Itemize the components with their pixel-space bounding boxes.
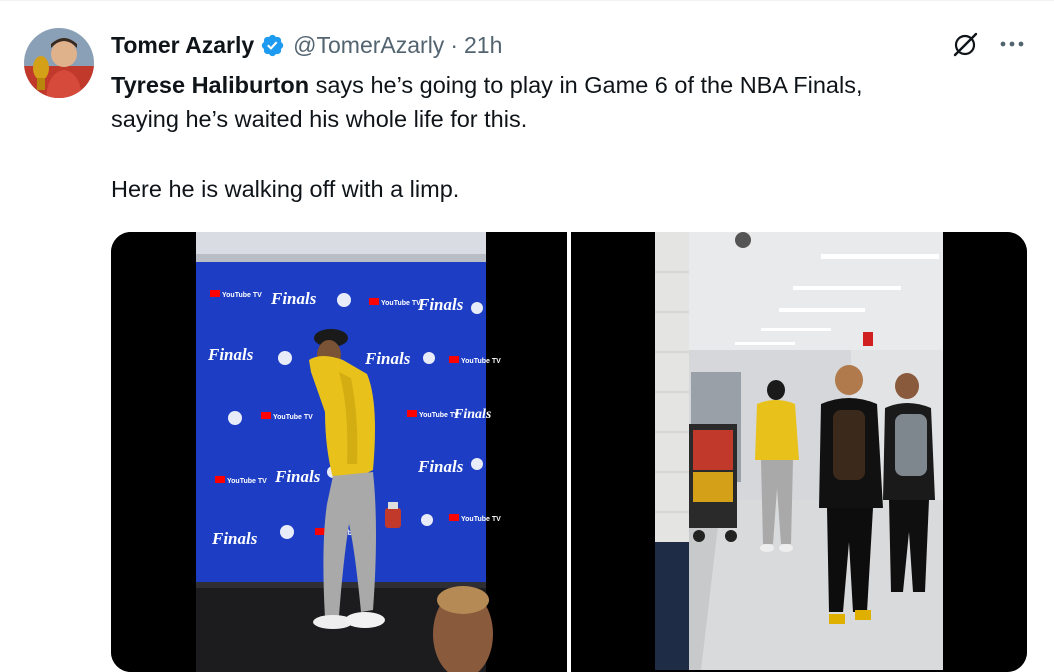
more-horizontal-icon[interactable] <box>998 36 1026 52</box>
svg-text:Finals: Finals <box>274 467 321 486</box>
svg-text:Finals: Finals <box>211 529 258 548</box>
author-name[interactable]: Tomer Azarly <box>111 32 254 59</box>
svg-text:YouTube TV: YouTube TV <box>419 412 459 419</box>
backdrop-youtube-text: YouTube TV <box>222 292 262 299</box>
timestamp[interactable]: 21h <box>464 32 502 59</box>
tweet-header: Tomer Azarly @TomerAzarly · 21h <box>111 30 502 60</box>
svg-text:YouTube TV: YouTube TV <box>381 300 421 307</box>
author-handle[interactable]: @TomerAzarly <box>293 32 444 59</box>
tweet-line-2: saying he’s waited his whole life for th… <box>111 106 528 132</box>
press-room-photo: Finals Finals Finals Finals Finals Final… <box>111 232 567 672</box>
svg-text:Finals: Finals <box>417 457 464 476</box>
svg-text:YouTube TV: YouTube TV <box>461 358 501 365</box>
mention-name: Tyrese Haliburton <box>111 72 310 98</box>
svg-text:YouTube TV: YouTube TV <box>227 478 267 485</box>
tweet-line-1: Tyrese Haliburton says he’s going to pla… <box>111 68 1011 102</box>
svg-text:Finals: Finals <box>417 295 464 314</box>
avatar-photo <box>24 28 94 98</box>
svg-text:Finals: Finals <box>453 407 492 422</box>
tweet-line-3: Here he is walking off with a limp. <box>111 176 460 202</box>
media-image-press-room[interactable]: Finals Finals Finals Finals Finals Final… <box>111 232 567 672</box>
svg-text:Finals: Finals <box>364 349 411 368</box>
media-gallery: Finals Finals Finals Finals Finals Final… <box>111 232 1027 672</box>
grok-icon[interactable] <box>950 30 980 60</box>
verified-badge-icon <box>261 34 284 56</box>
backdrop-finals-text: Finals <box>270 289 317 308</box>
top-divider <box>0 0 1054 1</box>
tweet-line-1-rest: says he’s going to play in Game 6 of the… <box>309 72 863 98</box>
tweet-text: Tyrese Haliburton says he’s going to pla… <box>111 68 1011 206</box>
avatar[interactable] <box>24 28 94 98</box>
svg-text:YouTube TV: YouTube TV <box>273 414 313 421</box>
separator-dot: · <box>450 31 458 58</box>
svg-text:YouTube TV: YouTube TV <box>461 516 501 523</box>
media-image-hallway[interactable] <box>571 232 1027 672</box>
svg-text:Finals: Finals <box>207 345 254 364</box>
hallway-photo <box>571 232 1027 672</box>
